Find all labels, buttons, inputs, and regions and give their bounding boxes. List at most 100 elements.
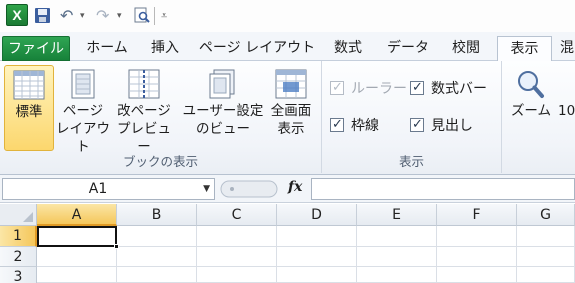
formula-input[interactable] — [311, 178, 575, 200]
cell[interactable] — [517, 247, 575, 267]
custom-views-label-line1: ユーザー設定 — [182, 103, 264, 119]
tab-view[interactable]: 表示 — [497, 36, 552, 62]
formula-controls: fx — [220, 178, 310, 200]
formula-bar-resize-handle[interactable] — [220, 178, 280, 200]
zoom-100-button[interactable]: 10 — [558, 65, 575, 151]
page-break-label-line1: 改ページ — [117, 103, 171, 119]
cell[interactable] — [117, 226, 197, 247]
cell[interactable] — [517, 226, 575, 247]
zoom-100-label: 10 — [558, 103, 575, 119]
cell[interactable] — [197, 247, 277, 267]
headings-checkbox-row[interactable]: ✓ 見出し — [410, 116, 473, 136]
page-layout-icon — [67, 69, 99, 99]
gridlines-checkbox[interactable]: ✓ — [330, 117, 344, 132]
cell[interactable] — [437, 247, 517, 267]
undo-icon[interactable]: ↶ — [60, 5, 73, 27]
customize-qat-icon[interactable]: ⩡ — [161, 5, 167, 27]
tab-home[interactable]: ホーム — [78, 36, 136, 61]
ribbon-tabs: ファイル ホーム 挿入 ページ レイアウト 数式 データ 校閲 表示 混 — [0, 32, 575, 62]
cell[interactable] — [277, 247, 357, 267]
column-header-a[interactable]: A — [37, 204, 117, 226]
ribbon-panel: 標準 ページ レイアウト 改ページ プレビュー ユーザー設定 のビュー 全画面 … — [0, 61, 575, 175]
full-screen-label-line2: 表示 — [277, 121, 305, 137]
gridlines-checkbox-row[interactable]: ✓ 枠線 — [330, 116, 379, 136]
group-show: ✓ ルーラー ✓ 数式バー ✓ 枠線 ✓ 見出し 表示 — [322, 61, 502, 173]
select-all-button[interactable] — [0, 204, 37, 226]
group-workbook-views: 標準 ページ レイアウト 改ページ プレビュー ユーザー設定 のビュー 全画面 … — [0, 61, 322, 173]
undo-dropdown-icon[interactable]: ▾ — [80, 5, 85, 27]
formula-bar-label: 数式バー — [431, 81, 487, 97]
headings-checkbox[interactable]: ✓ — [410, 117, 424, 132]
tab-data[interactable]: データ — [380, 36, 436, 61]
formula-bar: A1 ▼ fx — [0, 175, 575, 203]
cell[interactable] — [357, 226, 437, 247]
show-group-label: 表示 — [398, 154, 424, 169]
row-header-3[interactable]: 3 — [0, 267, 37, 283]
cell[interactable] — [357, 247, 437, 267]
excel-logo-icon[interactable]: X — [6, 4, 28, 26]
redo-dropdown-icon[interactable]: ▾ — [117, 5, 122, 27]
normal-view-label: 標準 — [15, 104, 43, 120]
cell[interactable] — [277, 267, 357, 283]
column-header-f[interactable]: F — [437, 204, 517, 226]
cell[interactable] — [37, 247, 117, 267]
row-header-2[interactable]: 2 — [0, 247, 37, 267]
cell[interactable] — [517, 267, 575, 283]
quick-access-toolbar: X ↶ ▾ ↷ ▾ ⩡ — [0, 0, 575, 32]
tab-review[interactable]: 校閲 — [442, 36, 490, 61]
column-header-g[interactable]: G — [517, 204, 575, 226]
full-screen-button[interactable]: 全画面 表示 — [264, 65, 318, 151]
zoom-label: ズーム — [510, 103, 552, 119]
redo-icon[interactable]: ↷ — [96, 5, 109, 27]
group-zoom: ズーム 10 — [502, 61, 575, 173]
page-break-preview-button[interactable]: 改ページ プレビュー — [112, 65, 176, 155]
headings-label: 見出し — [431, 118, 473, 134]
zoom-100-icon — [558, 69, 575, 99]
name-box[interactable]: A1 ▼ — [2, 178, 215, 200]
cell[interactable] — [117, 267, 197, 283]
cell[interactable] — [197, 267, 277, 283]
cell[interactable] — [117, 247, 197, 267]
cell[interactable] — [357, 267, 437, 283]
full-screen-icon — [275, 69, 307, 99]
name-box-value: A1 — [88, 181, 108, 197]
normal-view-icon — [13, 70, 45, 100]
normal-view-button[interactable]: 標準 — [4, 65, 54, 151]
workbook-views-group-label: ブックの表示 — [122, 154, 198, 169]
custom-views-icon — [207, 69, 239, 99]
print-preview-icon[interactable] — [133, 5, 151, 27]
fill-handle[interactable] — [114, 244, 119, 249]
custom-views-button[interactable]: ユーザー設定 のビュー — [182, 65, 264, 151]
page-layout-label-line1: ページ — [62, 103, 104, 119]
save-icon[interactable] — [34, 5, 52, 27]
insert-function-icon[interactable]: fx — [288, 179, 302, 195]
active-cell-a1[interactable] — [37, 226, 119, 249]
cell[interactable] — [277, 226, 357, 247]
page-break-preview-icon — [128, 69, 160, 99]
tab-page-layout[interactable]: ページ レイアウト — [196, 36, 318, 61]
ruler-checkbox-row[interactable]: ✓ ルーラー — [330, 79, 407, 99]
formula-bar-checkbox-row[interactable]: ✓ 数式バー — [410, 79, 487, 99]
ruler-checkbox[interactable]: ✓ — [330, 80, 344, 95]
tab-file[interactable]: ファイル — [2, 36, 70, 61]
custom-views-label-line2: のビュー — [196, 121, 250, 137]
ruler-label: ルーラー — [351, 81, 407, 97]
cell[interactable] — [437, 267, 517, 283]
row-header-1[interactable]: 1 — [0, 226, 37, 247]
column-header-e[interactable]: E — [357, 204, 437, 226]
page-layout-view-button[interactable]: ページ レイアウト — [56, 65, 110, 155]
worksheet-grid[interactable]: A B C D E F G 1 2 3 — [0, 204, 575, 283]
cell[interactable] — [37, 267, 117, 283]
cell[interactable] — [437, 226, 517, 247]
tab-insert[interactable]: 挿入 — [140, 36, 190, 61]
name-box-dropdown-icon[interactable]: ▼ — [203, 179, 210, 199]
full-screen-label-line1: 全画面 — [270, 103, 312, 119]
tab-formulas[interactable]: 数式 — [324, 36, 372, 61]
column-header-d[interactable]: D — [277, 204, 357, 226]
column-header-b[interactable]: B — [117, 204, 197, 226]
column-header-c[interactable]: C — [197, 204, 277, 226]
cell[interactable] — [197, 226, 277, 247]
formula-bar-checkbox[interactable]: ✓ — [410, 80, 424, 95]
zoom-button[interactable]: ズーム — [508, 65, 554, 151]
tab-developer[interactable]: 混 — [560, 36, 575, 61]
